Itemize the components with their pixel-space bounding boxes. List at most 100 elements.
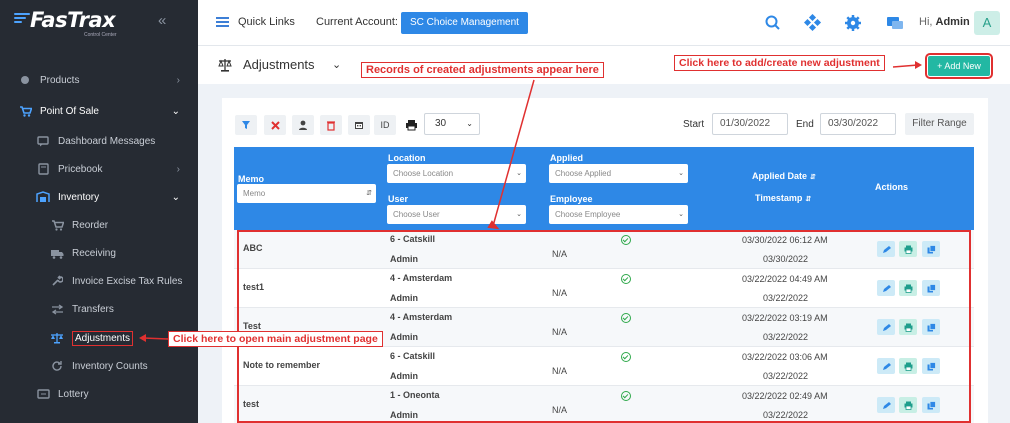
chevron-down-icon: ⌄ bbox=[678, 170, 684, 177]
chevron-down-icon: ⌄ bbox=[678, 211, 684, 218]
print-icon[interactable] bbox=[400, 115, 422, 135]
brand-logo[interactable]: FasTrax Control Center bbox=[14, 8, 144, 38]
sidebar-item-label: Dashboard Messages bbox=[58, 135, 156, 147]
applied-check-icon bbox=[621, 274, 631, 284]
cell-applied-date: 03/22/2022 02:49 AM bbox=[742, 391, 828, 401]
applied-placeholder: Choose Applied bbox=[555, 169, 612, 178]
cell-applied-date: 03/30/2022 06:12 AM bbox=[742, 235, 828, 245]
apps-icon[interactable] bbox=[803, 13, 822, 32]
edit-icon[interactable] bbox=[877, 280, 895, 296]
edit-icon[interactable] bbox=[877, 241, 895, 257]
copy-icon[interactable] bbox=[922, 397, 940, 413]
employee-placeholder: Choose Employee bbox=[555, 210, 621, 219]
print-icon[interactable] bbox=[899, 358, 917, 374]
applied-check-icon bbox=[621, 352, 631, 362]
sort-icon: ⇵ bbox=[810, 174, 816, 181]
column-applied-date[interactable]: Applied Date ⇵ bbox=[752, 171, 816, 181]
scale-icon bbox=[50, 331, 64, 345]
sidebar-item-point-of-sale[interactable]: Point Of Sale ⌄ bbox=[0, 99, 198, 123]
applied-check-icon bbox=[621, 391, 631, 401]
user-greeting[interactable]: Hi, Admin bbox=[919, 16, 970, 28]
table-header: Memo Memo ⇵ Location Choose Location ⌄ Use… bbox=[234, 147, 974, 230]
cell-timestamp: 03/22/2022 bbox=[763, 371, 809, 381]
add-new-button[interactable]: + Add New bbox=[925, 53, 993, 79]
chevron-down-icon: ⌄ bbox=[171, 105, 180, 117]
sidebar-item-reorder[interactable]: Reorder bbox=[0, 213, 198, 237]
trash-icon[interactable] bbox=[320, 115, 342, 135]
table-row[interactable]: Note to remember 6 - Catskill Admin N/A 03/2… bbox=[234, 347, 974, 386]
cell-memo: test1 bbox=[243, 282, 265, 292]
sidebar: FasTrax Control Center « Products › Poin… bbox=[0, 0, 198, 423]
sidebar-item-label: Products bbox=[40, 74, 80, 86]
user-filter-icon[interactable] bbox=[292, 115, 314, 135]
copy-icon[interactable] bbox=[922, 319, 940, 335]
truck-icon bbox=[50, 246, 64, 260]
cell-applied-date: 03/22/2022 03:19 AM bbox=[742, 313, 828, 323]
chevron-down-icon: ⌄ bbox=[171, 191, 180, 203]
filter-icon[interactable] bbox=[235, 115, 257, 135]
search-icon[interactable] bbox=[764, 14, 782, 32]
collapse-sidebar-icon[interactable]: « bbox=[158, 12, 166, 29]
user-select[interactable]: Choose User ⌄ bbox=[387, 205, 526, 224]
refresh-icon bbox=[50, 359, 64, 373]
sidebar-item-pricebook[interactable]: Pricebook › bbox=[0, 157, 198, 181]
end-date-input[interactable]: 03/30/2022 bbox=[820, 113, 896, 135]
sidebar-item-label: Point Of Sale bbox=[40, 105, 99, 117]
id-filter-button[interactable]: ID bbox=[374, 115, 396, 135]
cell-applied-date: 03/22/2022 04:49 AM bbox=[742, 274, 828, 284]
print-icon[interactable] bbox=[899, 241, 917, 257]
cart-icon bbox=[18, 104, 32, 118]
sidebar-item-products[interactable]: Products › bbox=[0, 68, 198, 92]
calendar-icon[interactable] bbox=[348, 115, 370, 135]
start-date-input[interactable]: 01/30/2022 bbox=[712, 113, 788, 135]
brand-subtitle: Control Center bbox=[84, 32, 117, 38]
edit-icon[interactable] bbox=[877, 358, 895, 374]
column-timestamp[interactable]: Timestamp ⇵ bbox=[755, 193, 811, 203]
table-row[interactable]: test 1 - Oneonta Admin N/A 03/22/2022 02:49 … bbox=[234, 386, 974, 423]
sidebar-item-receiving[interactable]: Receiving bbox=[0, 241, 198, 265]
location-select[interactable]: Choose Location ⌄ bbox=[387, 164, 526, 183]
account-selector-button[interactable]: SC Choice Management bbox=[401, 12, 528, 34]
gear-icon[interactable] bbox=[844, 14, 862, 32]
sidebar-item-label: Inventory bbox=[58, 191, 100, 203]
avatar[interactable]: A bbox=[974, 11, 1000, 35]
employee-select[interactable]: Choose Employee ⌄ bbox=[549, 205, 688, 224]
quick-links[interactable]: Quick Links bbox=[238, 16, 295, 28]
sidebar-item-invoice-excise-tax-rules[interactable]: Invoice Excise Tax Rules bbox=[0, 269, 198, 293]
print-icon[interactable] bbox=[899, 280, 917, 296]
cell-applied-date: 03/22/2022 03:06 AM bbox=[742, 352, 828, 362]
annotation-add: Click here to add/create new adjustment bbox=[674, 55, 885, 71]
copy-icon[interactable] bbox=[922, 280, 940, 296]
sidebar-item-lottery[interactable]: Lottery bbox=[0, 382, 198, 406]
sidebar-item-transfers[interactable]: Transfers bbox=[0, 297, 198, 321]
copy-icon[interactable] bbox=[922, 241, 940, 257]
column-applied: Applied bbox=[550, 153, 583, 163]
cell-employee: N/A bbox=[552, 366, 568, 376]
copy-icon[interactable] bbox=[922, 358, 940, 374]
annotation-records: Records of created adjustments appear he… bbox=[361, 62, 604, 78]
sidebar-item-label: Transfers bbox=[72, 303, 114, 315]
sidebar-item-inventory-counts[interactable]: Inventory Counts bbox=[0, 354, 198, 378]
topbar: Quick Links Current Account: SC Choice M… bbox=[198, 0, 1010, 46]
print-icon[interactable] bbox=[899, 397, 917, 413]
applied-check-icon bbox=[621, 313, 631, 323]
start-label: Start bbox=[683, 119, 705, 130]
memo-filter-input[interactable]: Memo ⇵ bbox=[237, 184, 376, 203]
edit-icon[interactable] bbox=[877, 319, 895, 335]
table-row[interactable]: ABC 6 - Catskill Admin N/A 03/30/2022 06:12 … bbox=[234, 230, 974, 269]
page-size-select[interactable]: 30 ⌄ bbox=[424, 113, 480, 135]
table-row[interactable]: test1 4 - Amsterdam Admin N/A 03/22/2022 04:… bbox=[234, 269, 974, 308]
applied-select[interactable]: Choose Applied ⌄ bbox=[549, 164, 688, 183]
clear-filter-icon[interactable] bbox=[264, 115, 286, 135]
edit-icon[interactable] bbox=[877, 397, 895, 413]
messages-icon[interactable] bbox=[886, 14, 904, 32]
chevron-down-icon[interactable]: ⌄ bbox=[332, 58, 341, 71]
menu-icon[interactable] bbox=[216, 17, 229, 28]
column-user: User bbox=[388, 194, 409, 204]
print-icon[interactable] bbox=[899, 319, 917, 335]
sidebar-item-label: Adjustments bbox=[72, 330, 134, 346]
cell-location: 6 - Catskill bbox=[390, 351, 436, 361]
filter-range-button[interactable]: Filter Range bbox=[905, 113, 974, 135]
sidebar-item-inventory[interactable]: Inventory ⌄ bbox=[0, 185, 198, 209]
sidebar-item-dashboard-messages[interactable]: Dashboard Messages bbox=[0, 129, 198, 153]
